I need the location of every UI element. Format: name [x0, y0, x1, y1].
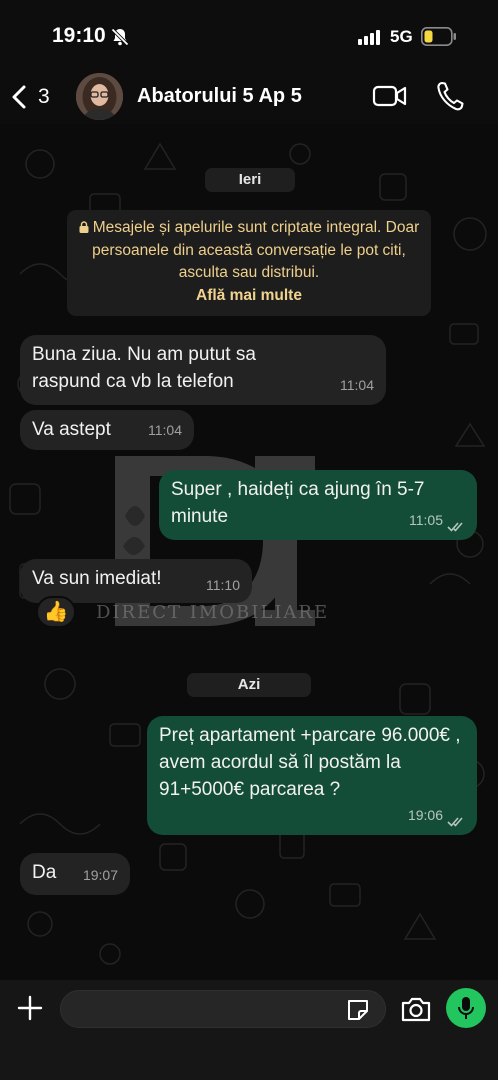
status-time: 19:10	[52, 24, 106, 47]
chat-header: 3 Abatorului 5 Ap 5	[0, 72, 498, 124]
microphone-button[interactable]	[446, 988, 486, 1028]
watermark-text: DIRECT IMOBILIARE	[96, 602, 330, 623]
avatar[interactable]	[76, 73, 123, 120]
message-outgoing[interactable]: Preț apartament +parcare 96.000€ , avem …	[147, 716, 477, 835]
date-separator-today: Azi	[187, 673, 311, 697]
message-outgoing[interactable]: Super , haideți ca ajung în 5-7 minute 1…	[159, 470, 477, 540]
chevron-left-icon[interactable]	[10, 84, 28, 110]
message-time: 19:06	[407, 807, 443, 823]
double-check-icon	[447, 522, 463, 532]
microphone-icon	[458, 997, 474, 1019]
message-incoming[interactable]: Da 19:07	[20, 853, 130, 895]
message-incoming[interactable]: Buna ziua. Nu am putut sa raspund ca vb …	[20, 335, 386, 405]
bell-slash-icon	[110, 27, 130, 47]
chat-area[interactable]: DIRECT IMOBILIARE Ieri Mesajele și apelu…	[0, 124, 498, 980]
message-text: Super , haideți ca ajung în 5-7 minute	[171, 479, 425, 527]
battery-low-icon	[421, 27, 456, 46]
video-call-icon[interactable]	[372, 82, 408, 110]
learn-more-link[interactable]: Află mai multe	[196, 287, 302, 304]
message-time: 11:04	[148, 422, 182, 438]
contact-name[interactable]: Abatorului 5 Ap 5	[137, 85, 302, 108]
status-bar: 19:10 5G	[0, 0, 498, 72]
message-composer	[0, 980, 498, 1080]
phone-icon[interactable]	[436, 80, 464, 112]
message-incoming[interactable]: Va astept 11:04	[20, 410, 194, 450]
unread-count[interactable]: 3	[38, 85, 50, 109]
reaction-thumbs-up[interactable]: 👍	[36, 596, 76, 628]
double-check-icon	[447, 817, 463, 827]
encryption-text: Mesajele și apelurile sunt criptate inte…	[92, 219, 420, 281]
message-time: 11:10	[206, 577, 240, 593]
message-time: 19:07	[82, 867, 118, 883]
message-time: 11:05	[409, 512, 443, 528]
camera-icon[interactable]	[400, 995, 432, 1023]
message-text: Va sun imediat!	[32, 568, 162, 589]
message-text: Da	[32, 862, 57, 883]
message-text: Va astept	[32, 419, 111, 440]
lock-icon	[79, 221, 89, 233]
signal-bars-icon	[358, 30, 380, 45]
message-text: Preț apartament +parcare 96.000€ , avem …	[159, 725, 461, 800]
message-input[interactable]	[60, 990, 386, 1028]
network-type: 5G	[390, 27, 413, 46]
date-separator-yesterday: Ieri	[205, 168, 295, 192]
encryption-notice[interactable]: Mesajele și apelurile sunt criptate inte…	[67, 210, 431, 316]
message-text: Buna ziua. Nu am putut sa raspund ca vb …	[32, 344, 256, 392]
plus-icon[interactable]	[16, 994, 44, 1022]
sticker-icon[interactable]	[345, 997, 371, 1023]
message-time: 11:04	[340, 377, 374, 393]
